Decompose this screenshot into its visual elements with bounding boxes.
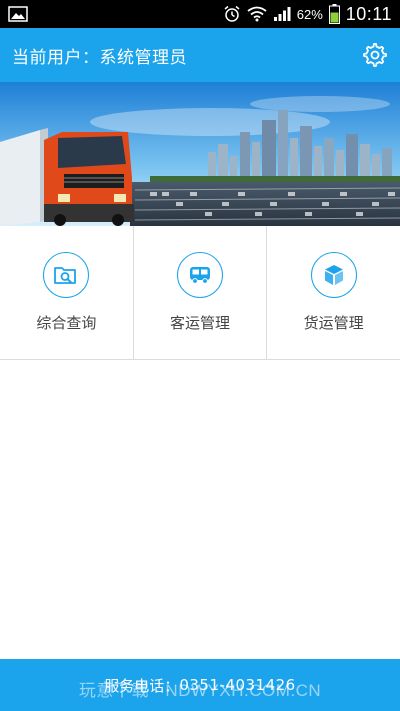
signal-icon bbox=[273, 6, 291, 22]
service-phone-label: 服务电话： bbox=[104, 676, 180, 695]
main-menu: 综合查询 客运管理 货运管理 bbox=[0, 226, 400, 360]
menu-label-freight-transport: 货运管理 bbox=[303, 314, 364, 332]
current-user-name: 系统管理员 bbox=[99, 47, 187, 68]
menu-item-passenger-transport[interactable]: 客运管理 bbox=[134, 226, 268, 359]
settings-button[interactable] bbox=[362, 42, 388, 68]
service-phone-number: 0351-4031426 bbox=[179, 676, 296, 694]
status-right: 62% 10:11 bbox=[223, 4, 392, 25]
battery-icon bbox=[328, 4, 340, 24]
menu-label-passenger-transport: 客运管理 bbox=[170, 314, 231, 332]
gallery-icon bbox=[8, 6, 28, 22]
current-user-label: 当前用户： bbox=[12, 47, 100, 68]
bus-icon bbox=[177, 252, 223, 298]
clock-time: 10:11 bbox=[345, 3, 392, 24]
alarm-icon bbox=[223, 5, 241, 23]
app-screen: 62% 10:11 当前用户：系统管理员 综合查询 客运管理 货运管理 服务电话… bbox=[0, 0, 400, 711]
status-bar: 62% 10:11 bbox=[0, 0, 400, 28]
gear-icon bbox=[363, 43, 387, 67]
battery-percent: 62% bbox=[296, 6, 323, 22]
app-header: 当前用户：系统管理员 bbox=[0, 28, 400, 82]
menu-label-comprehensive-query: 综合查询 bbox=[36, 314, 97, 332]
menu-item-freight-transport[interactable]: 货运管理 bbox=[267, 226, 400, 359]
banner-image bbox=[0, 82, 400, 226]
status-left bbox=[8, 6, 28, 22]
current-user-title: 当前用户：系统管理员 bbox=[12, 43, 187, 68]
package-icon bbox=[310, 252, 357, 298]
search-folder-icon bbox=[43, 252, 90, 298]
wifi-icon bbox=[247, 6, 267, 22]
menu-item-comprehensive-query[interactable]: 综合查询 bbox=[0, 226, 134, 359]
service-phone-footer[interactable]: 服务电话： 0351-4031426 bbox=[0, 659, 400, 711]
